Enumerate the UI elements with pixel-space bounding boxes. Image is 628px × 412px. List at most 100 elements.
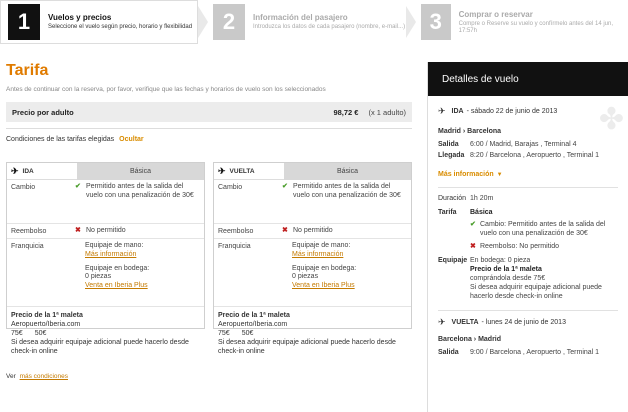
segment-route: Madrid › Barcelona — [438, 128, 502, 135]
booking-steps: 1 Vuelos y precios Seleccione el vuelo s… — [0, 0, 628, 48]
iberia-plus-link[interactable]: Venta en Iberia Plus — [292, 282, 407, 291]
divider — [438, 310, 618, 312]
cross-icon: ✖ — [470, 242, 476, 250]
intro-text: Antes de continuar con la reserva, por f… — [6, 86, 326, 93]
luggage-price-channel: Aeropuerto/Iberia.com — [218, 321, 288, 329]
fare-box-vuelta: ✈ VUELTA Básica Cambio ✔ Permitido antes d… — [213, 162, 412, 355]
cambio-value: Permitido antes de la salida del vuelo c… — [293, 183, 401, 199]
luggage-price-channel: Aeropuerto/Iberia.com — [11, 321, 81, 329]
cross-icon: ✖ — [282, 227, 288, 234]
cambio-label: Cambio — [11, 184, 36, 191]
equipaje-label: Equipaje — [438, 256, 468, 264]
tarifa-label: Tarifa — [438, 209, 457, 217]
cambio-label: Cambio — [218, 184, 243, 191]
reembolso-value: No permitido — [86, 227, 126, 234]
llegada-label: Llegada — [438, 152, 465, 160]
step-subtitle: Seleccione el vuelo según precio, horari… — [48, 24, 193, 31]
hold-luggage-label: Equipaje en bodega: — [292, 264, 357, 272]
more-conditions: Ver más condiciones — [6, 373, 68, 380]
page-title: Tarifa — [6, 62, 49, 79]
price-summary: Precio por adulto 98,72 € (x 1 adulto) — [6, 102, 412, 122]
plane-icon: ✈ — [11, 165, 19, 176]
chevron-down-icon: ▼ — [496, 172, 503, 179]
flight-details-panel: Detalles de vuelo ✤ ✈ IDA - sábado 22 de… — [427, 62, 628, 412]
duration-value: 1h 20m — [470, 195, 494, 203]
fare-direction: IDA — [22, 167, 34, 175]
hand-luggage-info-link[interactable]: Más información — [85, 251, 200, 260]
conditions-header: Condiciones de las tarifas elegidas Ocul… — [6, 136, 412, 143]
check-icon: ✔ — [75, 183, 81, 190]
franquicia-label: Franquicia — [218, 243, 251, 250]
equipaje-note: Si desea adquirir equipaje adicional pue… — [470, 283, 602, 301]
more-info-toggle[interactable]: Más información ▼ — [438, 171, 618, 178]
price-label: Precio por adulto — [12, 107, 74, 117]
luggage-price-1: 75€ — [11, 330, 23, 338]
salida-label: Salida — [438, 141, 459, 148]
plane-icon: ✈ — [218, 165, 226, 176]
reembolso-value: No permitido — [293, 227, 333, 234]
luggage-note: Si desea adquirir equipaje adicional pue… — [11, 339, 189, 356]
llegada-value: 8:20 / Barcelona , Aeropuerto , Terminal… — [470, 152, 600, 160]
tarifa-cambio: Cambio: Permitido antes de la salida del… — [480, 221, 606, 238]
hold-luggage-value: 0 piezas — [292, 273, 319, 281]
fare-section: Tarifa Antes de continuar con la reserva… — [6, 62, 412, 380]
step-number: 1 — [8, 4, 40, 40]
passenger-count: (x 1 adulto) — [368, 107, 406, 117]
iberia-plus-link[interactable]: Venta en Iberia Plus — [85, 282, 200, 291]
luggage-price-2: 50€ — [241, 330, 254, 338]
equipaje-bodega: En bodega: 0 pieza — [470, 256, 531, 264]
fare-name: Básica — [284, 163, 411, 180]
more-conditions-link[interactable]: más condiciones — [20, 373, 68, 380]
cambio-value: Permitido antes de la salida del vuelo c… — [86, 183, 194, 199]
hand-luggage-label: Equipaje de mano: — [292, 242, 351, 249]
step-purchase: 3 Comprar o reservar Compre o Reserve su… — [414, 0, 620, 44]
more-info-label: Más información — [438, 171, 494, 179]
tarifa-reembolso: Reembolso: No permitido — [480, 242, 559, 250]
hand-luggage-info-link[interactable]: Más información — [292, 251, 407, 260]
step-subtitle: Compre o Reserve su vuelo y confírmelo a… — [458, 20, 614, 34]
step-number: 2 — [213, 4, 245, 40]
fare-name: Básica — [77, 163, 204, 180]
conditions-label: Condiciones de las tarifas elegidas — [6, 136, 115, 143]
segment-route: Barcelona › Madrid — [438, 336, 502, 344]
segment-date: - sábado 22 de junio de 2013 — [466, 108, 558, 115]
divider — [6, 128, 412, 129]
hold-luggage-label: Equipaje en bodega: — [85, 264, 150, 272]
luggage-price-1: 75€ — [218, 330, 230, 338]
step-title: Vuelos y precios — [48, 12, 112, 22]
luggage-price-2: 50€ — [34, 330, 47, 338]
salida-value: 6:00 / Madrid, Barajas , Terminal 4 — [470, 141, 577, 148]
check-icon: ✔ — [470, 221, 476, 229]
iberia-logo-icon: ✤ — [598, 103, 624, 136]
segment-vuelta: ✈ VUELTA - lunes 24 de junio de 2013 Bar… — [428, 317, 628, 357]
salida-value: 9:00 / Barcelona , Aeropuerto , Terminal… — [470, 349, 600, 357]
fare-direction: VUELTA — [229, 167, 255, 175]
plane-icon: ✈ — [438, 106, 446, 116]
tarifa-name: Básica — [470, 209, 493, 217]
luggage-price-title: Precio de la 1ª maleta — [218, 312, 290, 319]
equipaje-precio-title: Precio de la 1ª maleta — [470, 265, 542, 273]
luggage-price-title: Precio de la 1ª maleta — [11, 312, 83, 319]
franquicia-label: Franquicia — [11, 243, 44, 250]
reembolso-label: Reembolso — [218, 228, 254, 235]
fare-box-ida: ✈ IDA Básica Cambio ✔ Permitido antes de l… — [6, 162, 205, 355]
duration-label: Duración — [438, 195, 467, 203]
step-title: Información del pasajero — [253, 12, 348, 22]
reembolso-label: Reembolso — [11, 228, 47, 235]
hide-conditions-link[interactable]: Ocultar — [119, 136, 144, 143]
panel-title: Detalles de vuelo — [428, 62, 628, 96]
step-flights-prices: 1 Vuelos y precios Seleccione el vuelo s… — [0, 0, 198, 44]
salida-label: Salida — [438, 349, 459, 357]
check-icon: ✔ — [282, 183, 288, 190]
step-number: 3 — [421, 4, 451, 40]
price-amount: 98,72 € — [333, 107, 359, 117]
segment-label: IDA — [451, 108, 464, 115]
cross-icon: ✖ — [75, 227, 81, 234]
step-passenger-info: 2 Información del pasajero Introduzca lo… — [206, 0, 406, 44]
plane-icon: ✈ — [438, 317, 446, 328]
hand-luggage-label: Equipaje de mano: — [85, 242, 144, 249]
step-title: Comprar o reservar — [458, 9, 533, 19]
equipaje-precio-line: comprándola desde 75€ — [470, 274, 546, 282]
segment-label: VUELTA — [451, 319, 479, 327]
hold-luggage-value: 0 piezas — [85, 273, 112, 281]
